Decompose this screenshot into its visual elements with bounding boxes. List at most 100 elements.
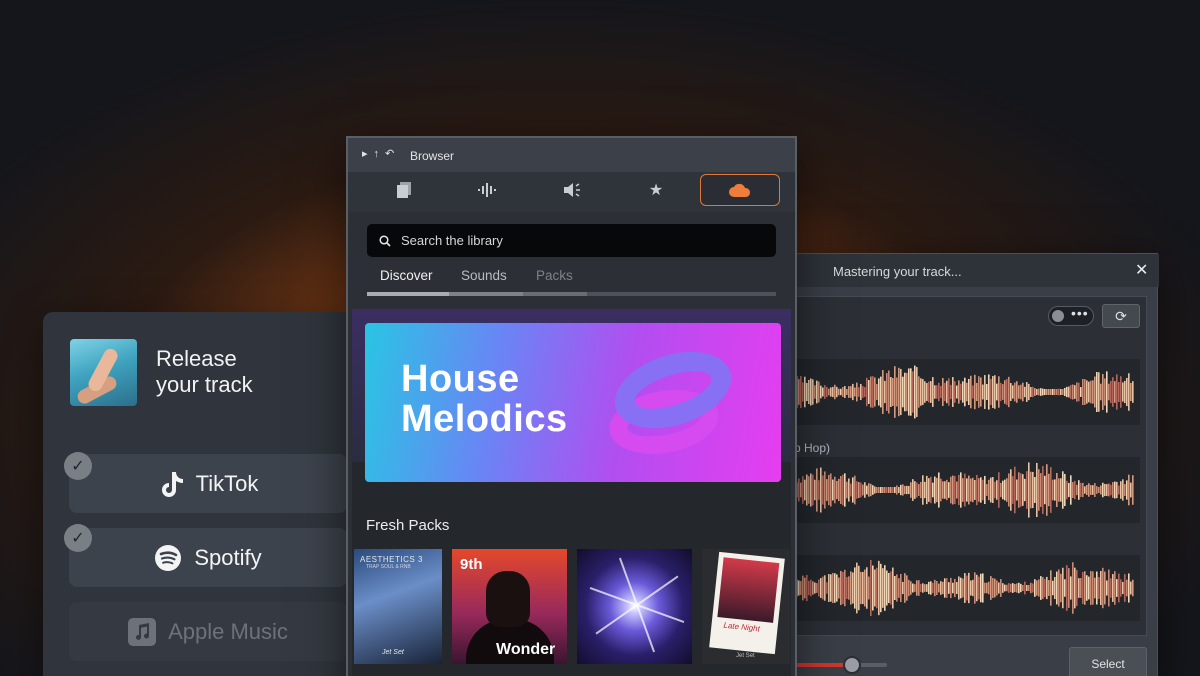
waveform-bar: [1062, 389, 1064, 395]
waveform-bar: [1010, 583, 1012, 593]
waveform-bar: [948, 482, 950, 498]
waveform-bar: [896, 485, 898, 495]
waveform-bar: [922, 475, 924, 505]
cloud-tab-button[interactable]: [700, 174, 780, 206]
waveform-bar: [1120, 481, 1122, 499]
waveform-bar: [894, 575, 896, 601]
featured-pack-banner[interactable]: House Melodics: [365, 323, 781, 482]
volume-slider-knob[interactable]: [843, 656, 861, 674]
library-search-bar[interactable]: Search the library: [367, 224, 776, 257]
waveform-bar: [1092, 380, 1094, 404]
waveform-bar: [1052, 479, 1054, 501]
waveform-bar: [966, 478, 968, 502]
waveform-bar: [1054, 479, 1056, 501]
files-tab-button[interactable]: [364, 174, 444, 206]
waveform-bar: [1130, 581, 1132, 595]
waveform-tab-button[interactable]: [448, 174, 528, 206]
waveform-bar: [936, 581, 938, 595]
waveform-bar: [994, 375, 996, 409]
waveform-bar: [802, 476, 804, 504]
waveform-bar: [1020, 473, 1022, 507]
waveform-bar: [856, 481, 858, 499]
waveform-bar: [1118, 485, 1120, 495]
back-arrow-icon[interactable]: ↶: [385, 147, 394, 160]
refresh-button[interactable]: ⟳: [1102, 304, 1140, 328]
waveform-bar: [850, 483, 852, 497]
waveform-bar: [1024, 581, 1026, 595]
tiktok-button[interactable]: TikTok: [69, 454, 347, 513]
up-arrow-icon[interactable]: ↑: [374, 148, 380, 160]
mastering-titlebar: Mastering your track... ✕: [741, 254, 1159, 287]
waveform-bar: [960, 472, 962, 508]
waveform-bar: [1080, 482, 1082, 498]
waveform-bar: [892, 487, 894, 493]
pack-card-aesthetics[interactable]: AESTHETICS 3 TRAP SOUL & RNB Jet Set: [354, 549, 442, 664]
waveform-bar: [864, 569, 866, 607]
apple-music-button[interactable]: Apple Music: [69, 602, 347, 661]
waveform-bar: [834, 384, 836, 400]
waveform-bar: [1014, 382, 1016, 402]
waveform-bar: [1040, 576, 1042, 600]
speaker-tab-button[interactable]: [532, 174, 612, 206]
waveform-bar: [1082, 378, 1084, 406]
waveform-bar: [922, 583, 924, 593]
waveform-bar: [826, 582, 828, 594]
waveform-bar: [1044, 475, 1046, 505]
pack-card-abstract[interactable]: [577, 549, 692, 664]
waveform-bar: [878, 560, 880, 616]
waveform-bar: [900, 368, 902, 416]
waveform-bar: [1102, 567, 1104, 609]
waveform-bar: [1048, 580, 1050, 596]
waveform-bar: [820, 385, 822, 399]
close-icon[interactable]: ✕: [1135, 260, 1148, 280]
waveform-bar: [838, 478, 840, 502]
waveform-bar: [948, 582, 950, 594]
waveform-bar: [1028, 462, 1030, 518]
waveform-bar: [986, 582, 988, 594]
waveform-bar: [1004, 584, 1006, 592]
waveform-bar: [916, 580, 918, 596]
waveform-bar: [914, 365, 916, 419]
waveform-bar: [1074, 567, 1076, 609]
waveform-bar: [842, 387, 844, 397]
pack-card-9th-wonder[interactable]: 9th Wonder: [452, 549, 567, 664]
tab-packs[interactable]: Packs: [536, 268, 573, 283]
waveform-bar: [1086, 484, 1088, 496]
waveform-bar: [1092, 571, 1094, 605]
waveform-bar: [892, 567, 894, 609]
waveform-bar: [1028, 383, 1030, 401]
expand-arrow-icon[interactable]: ▸: [362, 147, 368, 160]
waveform-bar: [1072, 482, 1074, 498]
mastering-window: Mastering your track... ✕ ••• ⟳ p Hop) S…: [740, 253, 1159, 676]
waveform-bar: [982, 573, 984, 603]
waveform-bar: [998, 472, 1000, 508]
spotify-button[interactable]: Spotify: [69, 528, 347, 587]
tab-discover[interactable]: Discover: [380, 268, 433, 283]
waveform-bar: [1106, 371, 1108, 413]
waveform-bar: [988, 581, 990, 595]
waveform-bar: [966, 382, 968, 402]
waveform-bar: [976, 574, 978, 602]
tab-sounds[interactable]: Sounds: [461, 268, 507, 283]
waveform-bar: [816, 468, 818, 512]
mastering-toggle[interactable]: •••: [1048, 305, 1094, 326]
waveform-bar: [896, 574, 898, 602]
waveform-bar: [1072, 562, 1074, 614]
waveform-bar: [1026, 382, 1028, 402]
waveform-bar: [1102, 374, 1104, 410]
waveform-bar: [834, 573, 836, 603]
waveform-bar: [1016, 583, 1018, 593]
waveform-bar: [956, 385, 958, 399]
waveform-bar: [902, 581, 904, 595]
waveform-bar: [800, 482, 802, 498]
waveform-bar: [1064, 579, 1066, 597]
waveform-bar: [918, 484, 920, 496]
waveform-bar: [1010, 469, 1012, 511]
waveform-bar: [888, 487, 890, 493]
favorites-tab-button[interactable]: ★: [616, 174, 696, 206]
waveform-bar: [824, 575, 826, 601]
waveform-bar: [990, 576, 992, 600]
select-button[interactable]: Select: [1069, 647, 1147, 676]
pack-card-late-night[interactable]: Late Night Jet Set: [702, 549, 790, 664]
waveform-bar: [1116, 374, 1118, 410]
